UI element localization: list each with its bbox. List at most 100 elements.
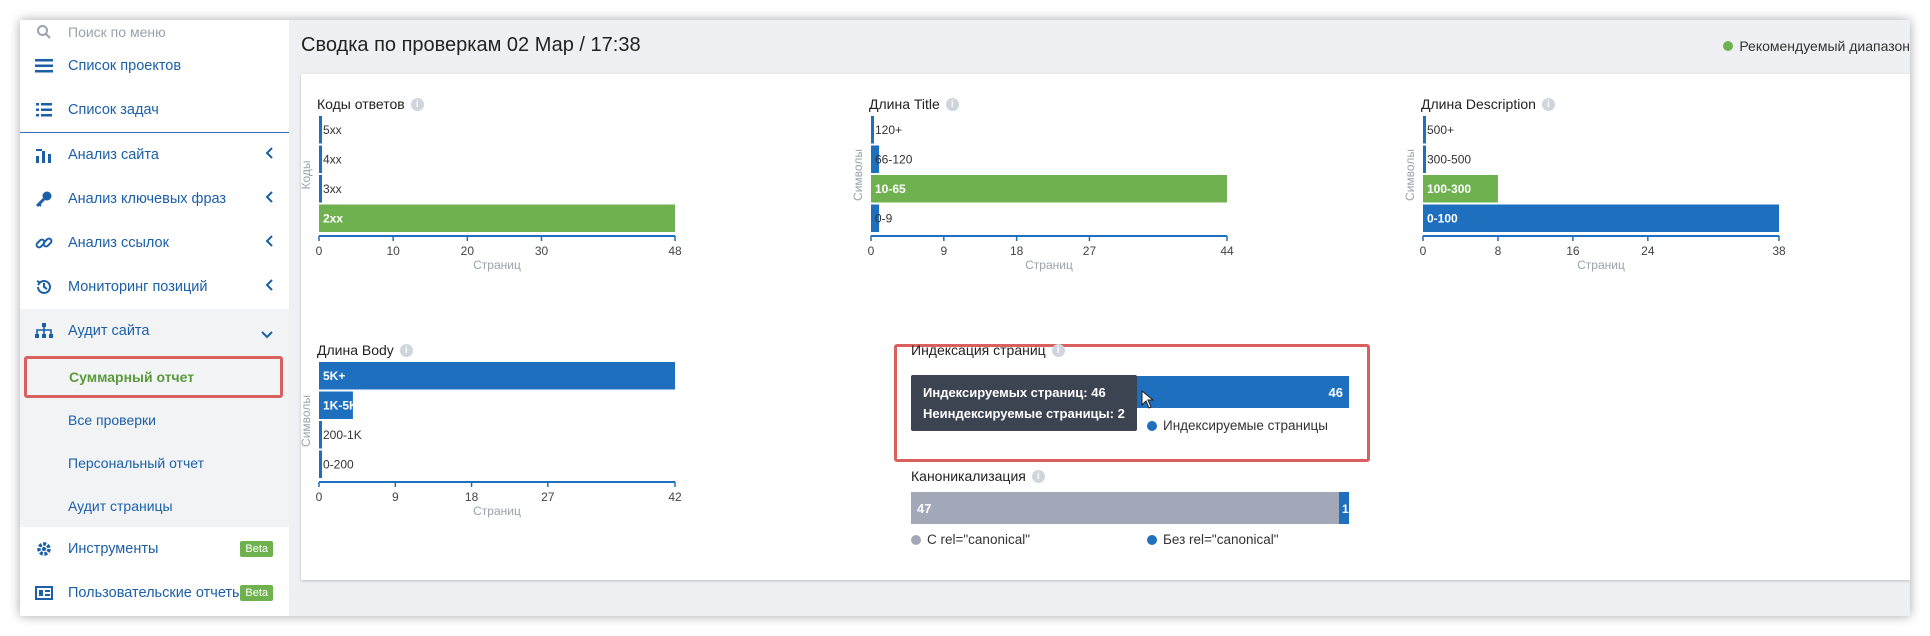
x-tick-label: 8 bbox=[1495, 244, 1502, 258]
chart-title-text: Индексация страниц bbox=[911, 342, 1046, 358]
submenu-all-checks[interactable]: Все проверки bbox=[20, 398, 289, 441]
bar bbox=[319, 204, 675, 232]
with-canonical-segment[interactable] bbox=[911, 492, 1339, 524]
submenu-personal-report[interactable]: Персональный отчет bbox=[20, 441, 289, 484]
chart-title: Индексация страниц i bbox=[911, 342, 1065, 358]
sidebar-item-tools[interactable]: Инструменты Beta bbox=[20, 527, 289, 571]
bar bbox=[319, 116, 322, 144]
chevron-left-icon bbox=[265, 191, 273, 207]
category-label: 2xx bbox=[323, 212, 343, 226]
info-icon[interactable]: i bbox=[1541, 97, 1555, 111]
sidebar-item-positions[interactable]: Мониторинг позиций bbox=[20, 265, 289, 309]
chart-plot: Коды 5xx 4xx 3xx 2xx 0 10 20 30 48 Страниц bbox=[299, 116, 682, 272]
sidebar-item-label: Анализ ссылок bbox=[68, 235, 169, 251]
segment-value-label: 47 bbox=[917, 501, 931, 516]
x-tick-label: 18 bbox=[1010, 244, 1024, 258]
axis-x-label: Страниц bbox=[1025, 258, 1073, 272]
sidebar-item-projects[interactable]: Список проектов bbox=[20, 44, 289, 88]
chart-title-text: Коды ответов bbox=[317, 96, 405, 112]
canonical-bar[interactable]: 47 1 bbox=[911, 492, 1351, 528]
submenu-page-audit[interactable]: Аудит страницы bbox=[20, 484, 289, 527]
history-icon bbox=[20, 278, 68, 296]
bar bbox=[871, 116, 874, 144]
x-tick-label: 20 bbox=[461, 244, 475, 258]
submenu-summary-report[interactable]: Суммарный отчет bbox=[24, 356, 283, 398]
x-tick-label: 9 bbox=[392, 490, 399, 504]
legend-label: Без rel="canonical" bbox=[1163, 532, 1279, 547]
chart-title: Каноникализация i bbox=[911, 468, 1045, 484]
chart-title: Длина Description i bbox=[1421, 96, 1555, 112]
key-icon bbox=[20, 190, 68, 208]
legend-dot-blue bbox=[1147, 534, 1157, 545]
sidebar-item-label: Анализ сайта bbox=[68, 147, 159, 163]
tooltip-line-nonindexable: Неиндексируемые страницы: 2 bbox=[923, 406, 1125, 421]
axis-y-label: Символы bbox=[851, 149, 865, 201]
tooltip-line-indexable: Индексируемых страниц: 46 bbox=[923, 385, 1106, 400]
menu-search[interactable]: Поиск по меню bbox=[20, 20, 289, 44]
sidebar-item-tasks[interactable]: Список задач bbox=[20, 88, 289, 132]
indexation-legend[interactable]: Индексируемые страницы bbox=[1147, 418, 1328, 433]
sidebar-item-site-audit[interactable]: Аудит сайта bbox=[20, 309, 289, 353]
category-label: 1K-5K bbox=[323, 399, 358, 413]
category-label: 120+ bbox=[875, 123, 902, 137]
sidebar: Поиск по меню Список проектов Список зад… bbox=[20, 20, 289, 616]
canonical-legend-with[interactable]: С rel="canonical" bbox=[911, 532, 1030, 547]
segment-value-label: 1 bbox=[1342, 502, 1349, 516]
legend-dot-green bbox=[1723, 41, 1734, 51]
chart-title: Коды ответов i bbox=[317, 96, 424, 112]
axis-y-label: Символы bbox=[299, 395, 313, 447]
sidebar-item-label: Аудит сайта bbox=[68, 323, 150, 339]
chart-title-text: Длина Title bbox=[869, 96, 940, 112]
x-tick-label: 38 bbox=[1772, 244, 1786, 258]
sidebar-item-label: Анализ ключевых фраз bbox=[68, 191, 227, 207]
sidebar-item-keywords[interactable]: Анализ ключевых фраз bbox=[20, 177, 289, 221]
x-tick-label: 44 bbox=[1220, 244, 1234, 258]
analytics-icon bbox=[20, 147, 68, 163]
chart-title-text: Длина Body bbox=[317, 342, 394, 358]
sidebar-item-label: Мониторинг позиций bbox=[68, 279, 208, 295]
x-tick-label: 0 bbox=[1420, 244, 1427, 258]
legend-dot-blue bbox=[1147, 420, 1157, 431]
canonical-legend-without[interactable]: Без rel="canonical" bbox=[1147, 532, 1279, 547]
bar bbox=[319, 450, 322, 478]
x-tick-label: 30 bbox=[535, 244, 549, 258]
category-label: 3xx bbox=[323, 182, 342, 196]
info-icon[interactable]: i bbox=[410, 97, 424, 111]
category-label: 0-200 bbox=[323, 458, 354, 472]
category-label: 4xx bbox=[323, 153, 342, 167]
chart-title-text: Длина Description bbox=[1421, 96, 1536, 112]
chart-description-length: Длина Description i Символы 500+ 300-500 100… bbox=[1403, 96, 1881, 296]
chart-plot: Символы 5K+ 1K-5K 200-1K 0-200 0 9 18 27 42 Страни… bbox=[299, 362, 682, 518]
gear-icon bbox=[20, 540, 68, 558]
info-icon[interactable]: i bbox=[1051, 343, 1065, 357]
bar bbox=[319, 362, 675, 390]
sidebar-item-site-analysis[interactable]: Анализ сайта bbox=[20, 133, 289, 177]
x-tick-label: 18 bbox=[465, 490, 479, 504]
mouse-cursor-icon bbox=[1141, 390, 1155, 409]
sidebar-item-label: Список проектов bbox=[68, 58, 182, 74]
category-label: 5K+ bbox=[323, 369, 345, 383]
axis-y-label: Символы bbox=[1403, 149, 1417, 201]
info-icon[interactable]: i bbox=[1031, 469, 1045, 483]
category-label: 500+ bbox=[1427, 123, 1454, 137]
x-tick-label: 0 bbox=[316, 490, 323, 504]
chart-body-length: Длина Body i Символы 5K+ 1K-5K 200-1K 0-200 0 9… bbox=[299, 342, 777, 542]
legend-label: Индексируемые страницы bbox=[1163, 418, 1328, 433]
info-icon[interactable]: i bbox=[945, 97, 959, 111]
audit-submenu: Суммарный отчет Все проверки Персональны… bbox=[20, 353, 289, 527]
info-icon[interactable]: i bbox=[399, 343, 413, 357]
x-tick-label: 0 bbox=[316, 244, 323, 258]
beta-badge: Beta bbox=[240, 585, 273, 601]
category-label: 0-9 bbox=[875, 212, 893, 226]
sitemap-icon bbox=[20, 323, 68, 339]
sidebar-item-links[interactable]: Анализ ссылок bbox=[20, 221, 289, 265]
axis-x-label: Страниц bbox=[473, 504, 521, 518]
search-icon bbox=[20, 24, 68, 40]
sidebar-item-label: Пользовательские отчеты bbox=[68, 585, 243, 601]
chart-title: Длина Title i bbox=[869, 96, 959, 112]
x-tick-label: 9 bbox=[940, 244, 947, 258]
bar bbox=[319, 421, 322, 449]
sidebar-item-user-reports[interactable]: Пользовательские отчеты Beta bbox=[20, 571, 289, 615]
link-icon bbox=[20, 234, 68, 252]
beta-badge: Beta bbox=[240, 541, 273, 557]
